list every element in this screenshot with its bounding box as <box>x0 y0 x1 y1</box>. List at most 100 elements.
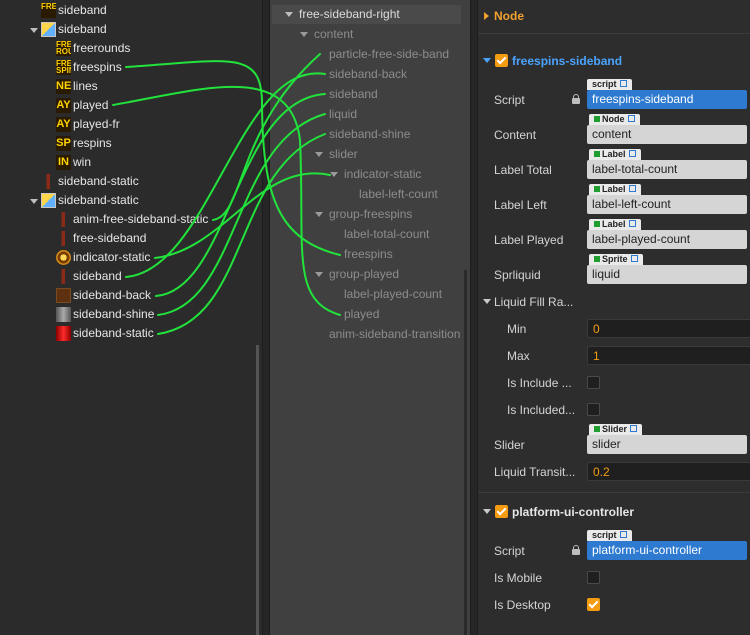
expand-arrow-icon[interactable] <box>483 299 491 304</box>
node-item-played[interactable]: played <box>344 305 379 324</box>
panel-splitter-right[interactable] <box>470 0 478 635</box>
type-tag-script: script <box>587 530 632 541</box>
dial-thumbnail-icon <box>56 250 71 265</box>
node-item-label-played-count[interactable]: label-played-count <box>344 285 442 304</box>
liquid-transit-input[interactable]: 0.2 <box>587 462 750 481</box>
hierarchy-item-sideband-static[interactable]: sideband-static <box>58 172 139 191</box>
expand-arrow-icon[interactable] <box>330 172 338 177</box>
bar-thumbnail-icon <box>41 174 56 189</box>
hierarchy-item-sideband-group[interactable]: sideband <box>58 20 107 39</box>
is-include-checkbox[interactable] <box>587 376 600 389</box>
node-item-group-freespins[interactable]: group-freespins <box>329 205 412 224</box>
label-played-field[interactable]: label-played-count <box>587 230 747 249</box>
link-icon[interactable] <box>619 531 627 538</box>
hierarchy-item-win[interactable]: win <box>73 153 91 172</box>
is-mobile-checkbox[interactable] <box>587 571 600 584</box>
node-item-slider[interactable]: slider <box>329 145 358 164</box>
type-tag-text: script <box>592 79 617 89</box>
link-icon[interactable] <box>630 255 638 262</box>
script-field[interactable]: platform-ui-controller <box>587 541 747 560</box>
hierarchy-item-freerounds[interactable]: freerounds <box>73 39 130 58</box>
prop-label-content: Content <box>494 128 537 142</box>
link-icon[interactable] <box>627 115 635 122</box>
node-item-label-total-count[interactable]: label-total-count <box>344 225 429 244</box>
hierarchy-item-sideband-static-group[interactable]: sideband-static <box>58 191 139 210</box>
node-item-free-sideband-right[interactable]: free-sideband-right <box>299 5 400 24</box>
label-type-icon <box>594 186 600 192</box>
script-field[interactable]: freespins-sideband <box>587 90 747 109</box>
node-item-anim-sideband-transition[interactable]: anim-sideband-transition <box>329 325 460 344</box>
bar-thumbnail-icon <box>56 231 71 246</box>
node-item-group-played[interactable]: group-played <box>329 265 399 284</box>
prop-group-liquid-fill[interactable]: Liquid Fill Ra... <box>494 292 573 312</box>
prop-label-slider: Slider <box>494 438 525 452</box>
type-tag-text: Label <box>602 219 626 229</box>
prop-label-is-desktop: Is Desktop <box>494 598 551 612</box>
component-title-platform-ui-controller[interactable]: platform-ui-controller <box>512 501 742 523</box>
slider-type-icon <box>594 426 600 432</box>
hierarchy-item-sideband-static-sprite[interactable]: sideband-static <box>73 324 154 343</box>
hierarchy-item-sideband-sprite[interactable]: sideband <box>73 267 122 286</box>
content-field[interactable]: content <box>587 125 747 144</box>
node-item-liquid[interactable]: liquid <box>329 105 357 124</box>
node-item-content[interactable]: content <box>314 25 353 44</box>
hierarchy-item-anim-free-sideband-static[interactable]: anim-free-sideband-static <box>73 210 208 229</box>
expand-arrow-icon[interactable] <box>315 152 323 157</box>
prop-label-liquid-transit: Liquid Transit... <box>494 465 576 479</box>
hierarchy-item-sideband-back[interactable]: sideband-back <box>73 286 151 305</box>
node-item-sideband[interactable]: sideband <box>329 85 378 104</box>
is-included-checkbox[interactable] <box>587 403 600 416</box>
link-icon[interactable] <box>619 80 627 87</box>
hierarchy-item-played-fr[interactable]: played-fr <box>73 115 120 134</box>
text-thumbnail-icon: SP <box>56 136 71 151</box>
expand-arrow-icon[interactable] <box>285 12 293 17</box>
link-icon[interactable] <box>628 150 636 157</box>
component-enabled-checkbox[interactable] <box>495 505 508 518</box>
type-tag-text: Node <box>602 114 625 124</box>
link-icon[interactable] <box>630 425 638 432</box>
panel-splitter-left[interactable] <box>262 0 270 635</box>
hierarchy-item-sideband-shine[interactable]: sideband-shine <box>73 305 154 324</box>
hierarchy-scrollbar[interactable] <box>256 345 259 635</box>
type-tag-label: Label <box>589 219 641 230</box>
link-icon[interactable] <box>628 220 636 227</box>
expand-arrow-icon[interactable] <box>483 58 491 63</box>
slider-field[interactable]: slider <box>587 435 747 454</box>
prop-label-label-played: Label Played <box>494 233 564 247</box>
hierarchy-item-respins[interactable]: respins <box>73 134 112 153</box>
lock-icon <box>572 94 580 104</box>
text-thumbnail-icon: FREE SPIN <box>56 60 71 75</box>
hierarchy-item-freespins[interactable]: freespins <box>73 58 122 77</box>
prop-label-min: Min <box>507 322 527 336</box>
node-item-sideband-shine[interactable]: sideband-shine <box>329 125 410 144</box>
node-item-freespins[interactable]: freespins <box>344 245 393 264</box>
node-item-sideband-back[interactable]: sideband-back <box>329 65 407 84</box>
component-enabled-checkbox[interactable] <box>495 54 508 67</box>
is-desktop-checkbox[interactable] <box>587 598 600 611</box>
node-item-label-left-count[interactable]: label-left-count <box>359 185 438 204</box>
type-tag-text: Label <box>602 149 626 159</box>
hierarchy-item-lines[interactable]: lines <box>73 77 98 96</box>
label-left-field[interactable]: label-left-count <box>587 195 747 214</box>
bar-thumbnail-icon <box>56 212 71 227</box>
hierarchy-item-free-sideband[interactable]: free-sideband <box>73 229 146 248</box>
max-input[interactable]: 1 <box>587 346 750 365</box>
expand-arrow-icon[interactable] <box>30 199 38 204</box>
sprliquid-field[interactable]: liquid <box>587 265 747 284</box>
node-tree-scrollbar[interactable] <box>464 270 467 635</box>
component-title-freespins-sideband[interactable]: freespins-sideband <box>512 50 742 72</box>
hierarchy-item-sideband[interactable]: sideband <box>58 1 107 20</box>
node-section-header[interactable]: Node <box>478 5 750 27</box>
expand-arrow-icon[interactable] <box>483 509 491 514</box>
expand-arrow-icon[interactable] <box>30 28 38 33</box>
expand-arrow-icon[interactable] <box>300 32 308 37</box>
hierarchy-item-indicator-static[interactable]: indicator-static <box>73 248 150 267</box>
expand-arrow-icon[interactable] <box>315 272 323 277</box>
node-item-particle-free-side-band[interactable]: particle-free-side-band <box>329 45 449 64</box>
hierarchy-item-played[interactable]: played <box>73 96 108 115</box>
label-total-field[interactable]: label-total-count <box>587 160 747 179</box>
min-input[interactable]: 0 <box>587 319 750 338</box>
node-item-indicator-static[interactable]: indicator-static <box>344 165 421 184</box>
expand-arrow-icon[interactable] <box>315 212 323 217</box>
link-icon[interactable] <box>628 185 636 192</box>
